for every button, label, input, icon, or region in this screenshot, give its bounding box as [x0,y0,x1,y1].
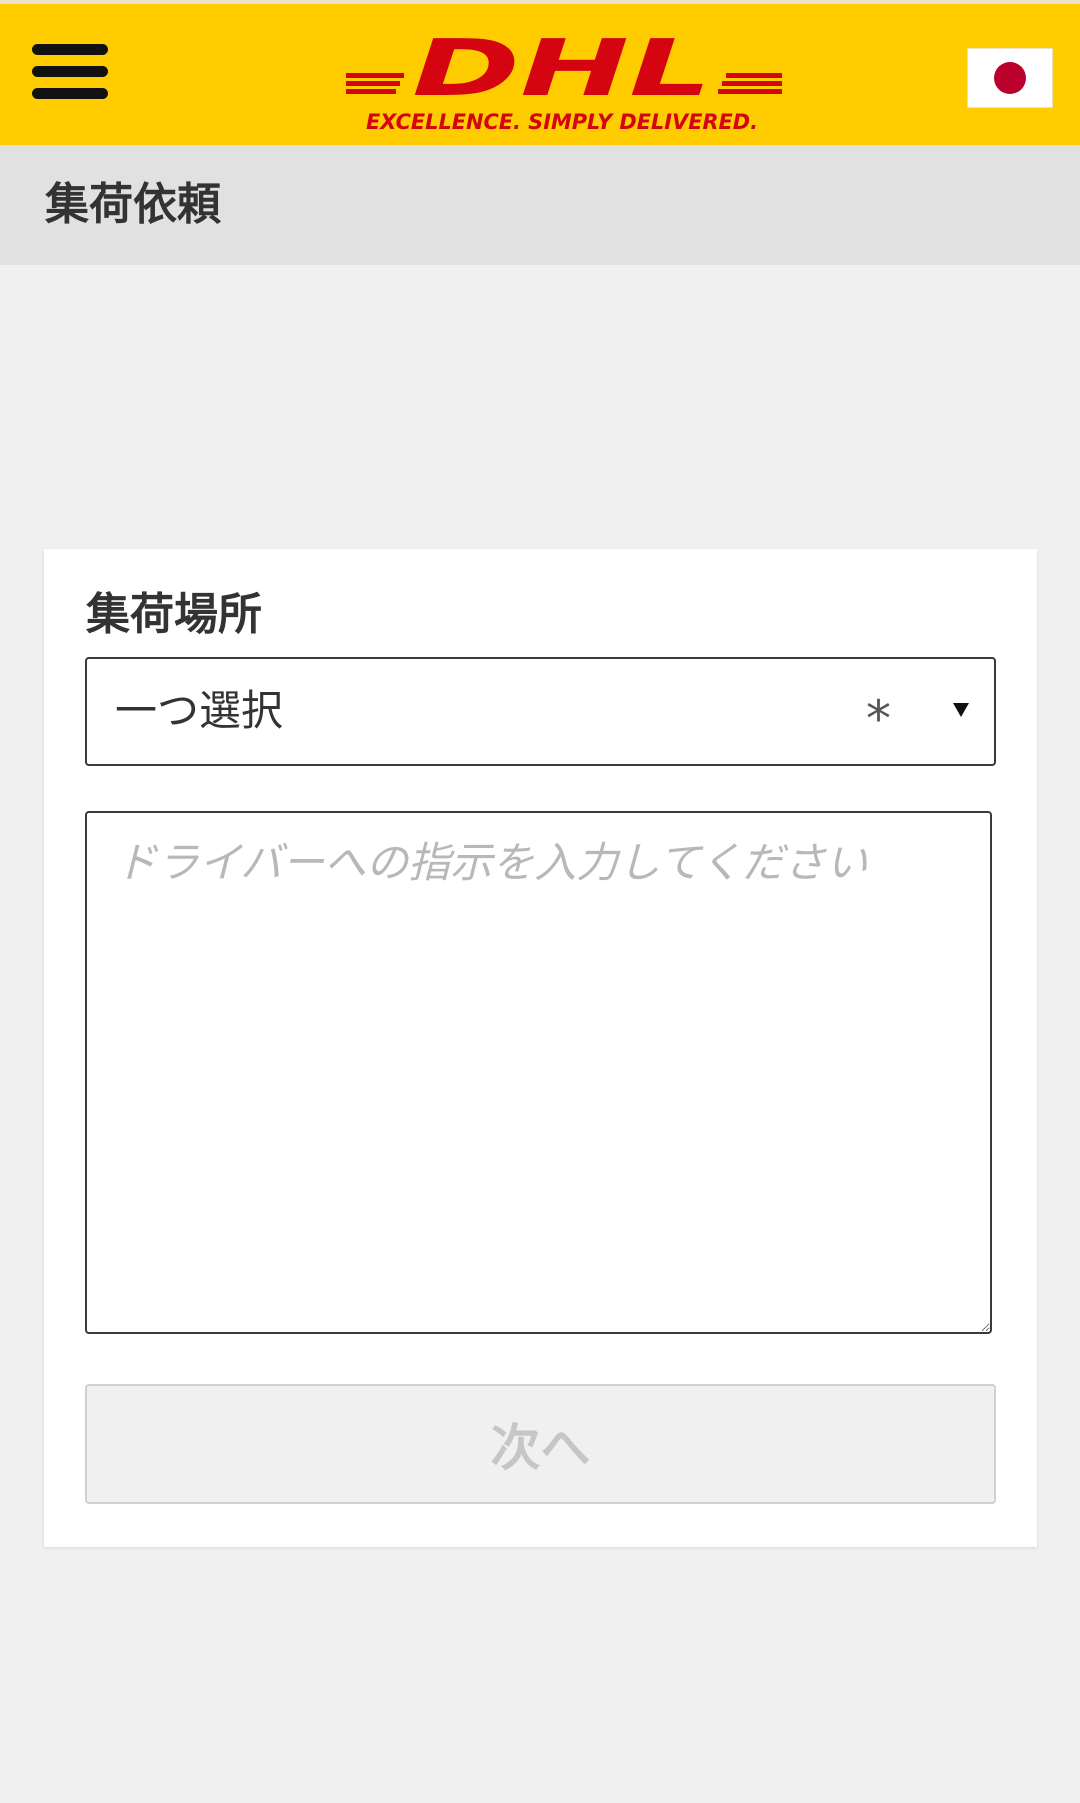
page-title-bar: 集荷依頼 [0,145,1080,265]
page-title: 集荷依頼 [45,179,221,230]
chevron-down-icon [953,703,969,717]
menu-bar-middle [32,66,108,77]
pickup-location-label: 集荷場所 [86,589,262,640]
required-asterisk: * [866,690,891,748]
language-flag-button[interactable] [968,49,1052,107]
pickup-form-card: 集荷場所 一つ選択 * 次へ [44,549,1037,1547]
next-button[interactable]: 次へ [85,1384,996,1504]
dhl-logo[interactable]: DHL EXCELLENCE. SIMPLY DELIVERED. [340,18,790,138]
logo-wordmark: DHL [412,24,712,114]
hamburger-menu-button[interactable] [26,40,112,104]
menu-bar-top [32,44,108,55]
app-header: DHL EXCELLENCE. SIMPLY DELIVERED. [0,4,1080,145]
driver-instructions-textarea[interactable] [85,811,992,1334]
japan-flag-icon [994,62,1026,94]
menu-bar-bottom [32,88,108,99]
pickup-location-selected-value: 一つ選択 [115,686,284,735]
logo-tagline: EXCELLENCE. SIMPLY DELIVERED. [366,110,758,134]
pickup-location-select[interactable]: 一つ選択 * [85,657,996,766]
